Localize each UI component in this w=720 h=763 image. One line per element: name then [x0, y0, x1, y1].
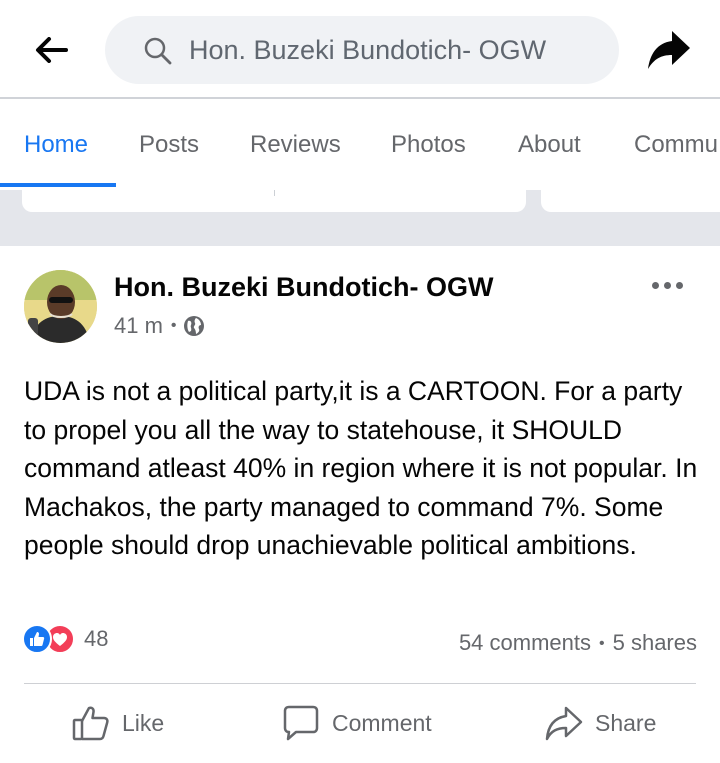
meta-separator: • — [170, 317, 177, 334]
share-arrow-icon[interactable] — [645, 28, 693, 72]
like-icon — [72, 706, 109, 741]
search-bar[interactable]: Hon. Buzeki Bundotich- OGW — [105, 16, 619, 84]
post-card: Hon. Buzeki Bundotich- OGW 41 m • UDA is… — [0, 246, 720, 763]
reaction-count: 48 — [84, 626, 109, 651]
tab-home[interactable]: Home — [24, 131, 88, 159]
feed-separator — [0, 190, 720, 246]
like-button[interactable]: Like — [72, 704, 164, 742]
post-time[interactable]: 41 m — [114, 313, 163, 339]
post-actions: Like Comment Share — [0, 684, 720, 763]
engagement-stats: 54 comments • 5 shares — [459, 630, 697, 656]
shares-count[interactable]: 5 shares — [613, 630, 697, 655]
comments-count[interactable]: 54 comments — [459, 630, 591, 655]
tab-reviews[interactable]: Reviews — [250, 131, 341, 159]
tab-about[interactable]: About — [518, 131, 581, 159]
search-icon — [144, 37, 172, 65]
previous-card-bottom — [22, 190, 526, 212]
post-meta: 41 m • — [114, 313, 205, 339]
stats-separator: • — [599, 635, 605, 652]
like-reaction-icon — [22, 624, 52, 654]
comment-label: Comment — [332, 709, 432, 736]
globe-icon — [183, 316, 204, 336]
share-icon — [545, 706, 583, 741]
more-options-icon[interactable] — [650, 276, 690, 296]
share-button[interactable]: Share — [545, 704, 656, 742]
avatar[interactable] — [24, 270, 97, 343]
search-query: Hon. Buzeki Bundotich- OGW — [189, 35, 547, 65]
tab-posts[interactable]: Posts — [139, 131, 199, 159]
like-label: Like — [122, 709, 165, 736]
comment-icon — [283, 705, 319, 741]
post-author[interactable]: Hon. Buzeki Bundotich- OGW — [114, 272, 493, 303]
comment-button[interactable]: Comment — [282, 704, 432, 742]
reaction-summary[interactable]: 48 — [22, 624, 108, 654]
next-card-bottom — [541, 190, 720, 212]
top-bar: Hon. Buzeki Bundotich- OGW — [0, 0, 720, 98]
card-divider — [274, 190, 275, 196]
page-tabs: Home Posts Reviews Photos About Commu — [0, 99, 720, 191]
tab-community[interactable]: Commu — [634, 131, 718, 159]
share-label: Share — [595, 709, 657, 736]
post-text: UDA is not a political party,it is a CAR… — [24, 376, 698, 560]
tab-photos[interactable]: Photos — [391, 131, 466, 159]
active-tab-indicator — [0, 183, 116, 187]
back-arrow-icon[interactable] — [30, 30, 74, 70]
